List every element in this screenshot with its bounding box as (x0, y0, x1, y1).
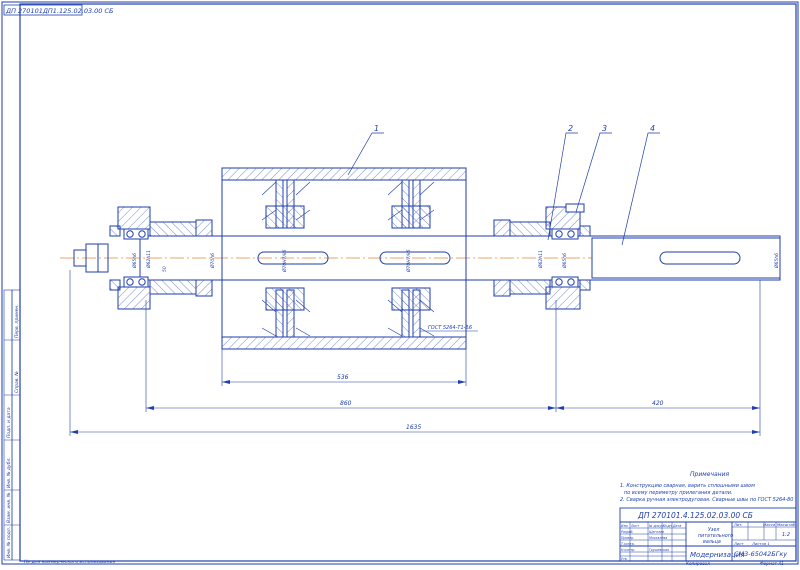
balloon-1: 1 (374, 124, 379, 133)
role-dev: Разраб. (621, 530, 634, 534)
weld-label: ГОСТ 5264-Т1-Δ6 (428, 325, 472, 331)
dim-right-span: 420 (652, 400, 664, 407)
title-name-3: вальца (703, 540, 721, 545)
balloon-4: 4 (650, 124, 655, 133)
dim-drum-inner: 536 (337, 374, 349, 381)
dia-hub-1: Ø70H7/k6 (281, 249, 288, 273)
dim-overall: 1635 (406, 424, 421, 431)
col-list: Лист (630, 524, 639, 528)
notes-title: Примечания (690, 471, 729, 478)
col-date: Дата (672, 524, 681, 528)
outer-frame (1, 1, 799, 565)
dia-seat-right: Ø65h6 (561, 253, 568, 269)
dia-shaft-left: Ø62h11 (145, 250, 152, 269)
side-podp-data: Подп. и дата (6, 407, 12, 438)
notes-line-1: 1. Конструкцию сварная, варить сплошными… (620, 483, 755, 489)
role-tcontrol: Т.контр. (621, 542, 635, 546)
title-sheet-count: Листов 1 (751, 541, 770, 546)
footer-copied: Копировал (686, 561, 710, 566)
side-inv-podl: Инв. № подл. (6, 527, 12, 558)
assembly-drawing: ДП 270101ДП1.125.02.03.00 СБ Перв. приме… (1, 1, 799, 566)
notes-line-3: 2. Сварка ручная электродуговая. Сварные… (620, 497, 794, 503)
side-inv-dubl: Инв. № дубл. (6, 457, 12, 488)
person-check: Москалёва (649, 536, 667, 540)
col-mass: Масса (763, 522, 776, 527)
top-left-stamp-text: ДП 270101ДП1.125.02.03.00 СБ (5, 7, 114, 15)
side-sprav: Справ. № (14, 371, 20, 393)
title-scale: 1:2 (782, 532, 790, 538)
dia-mid: Ø70h6 (209, 253, 216, 269)
title-name-2: питательного (698, 534, 733, 539)
dim-left-span: 860 (340, 400, 352, 407)
person-dev: Щеголев (649, 530, 664, 534)
notes-block: Примечания 1. Конструкцию сварная, варит… (620, 471, 794, 503)
side-perv-primen: Перв. примен. (14, 304, 20, 338)
balloon-2: 2 (568, 124, 573, 133)
drum-shell (221, 167, 467, 350)
footer-format: Формат А1 (760, 561, 784, 566)
title-designation: ДП 270101.4.125.02.03.00 СБ (637, 511, 753, 520)
col-sign: Подп. (663, 524, 673, 528)
dim-50: 50 (162, 266, 168, 272)
top-left-stamp: ДП 270101ДП1.125.02.03.00 СБ (3, 4, 114, 16)
title-group: СМ3-65042БГку (734, 550, 787, 558)
drawing-sheet: ДП 270101ДП1.125.02.03.00 СБ Перв. приме… (0, 0, 800, 566)
person-nc: Грушевская (649, 548, 669, 552)
notes-line-2: по всему периметру прилегания детали. (624, 490, 733, 496)
col-izm: Изм. (621, 524, 629, 528)
role-check: Провер. (621, 536, 634, 540)
title-sheet: Лист (733, 541, 744, 546)
side-bottom-note: Не для коммерческого использования (24, 559, 116, 565)
balloon-3: 3 (602, 124, 607, 133)
dia-bearing-left: Ø65h6 (131, 253, 138, 269)
title-name-1: Узел (708, 527, 720, 533)
dia-shaft-end: Ø65h6 (773, 253, 780, 269)
side-vzam-inv: Взам. инв. № (6, 492, 12, 523)
col-lit: Лит. (733, 522, 743, 527)
col-scale: Масштаб (777, 522, 796, 527)
role-approve: Утв. (621, 557, 628, 561)
dia-shaft-right: Ø62h11 (537, 250, 544, 269)
left-side-strip: Перв. примен. Справ. № Подп. и дата Инв.… (3, 289, 116, 565)
dia-hub-2: Ø70H7/k6 (405, 249, 412, 273)
role-ncontrol: Н.контр. (621, 548, 635, 552)
